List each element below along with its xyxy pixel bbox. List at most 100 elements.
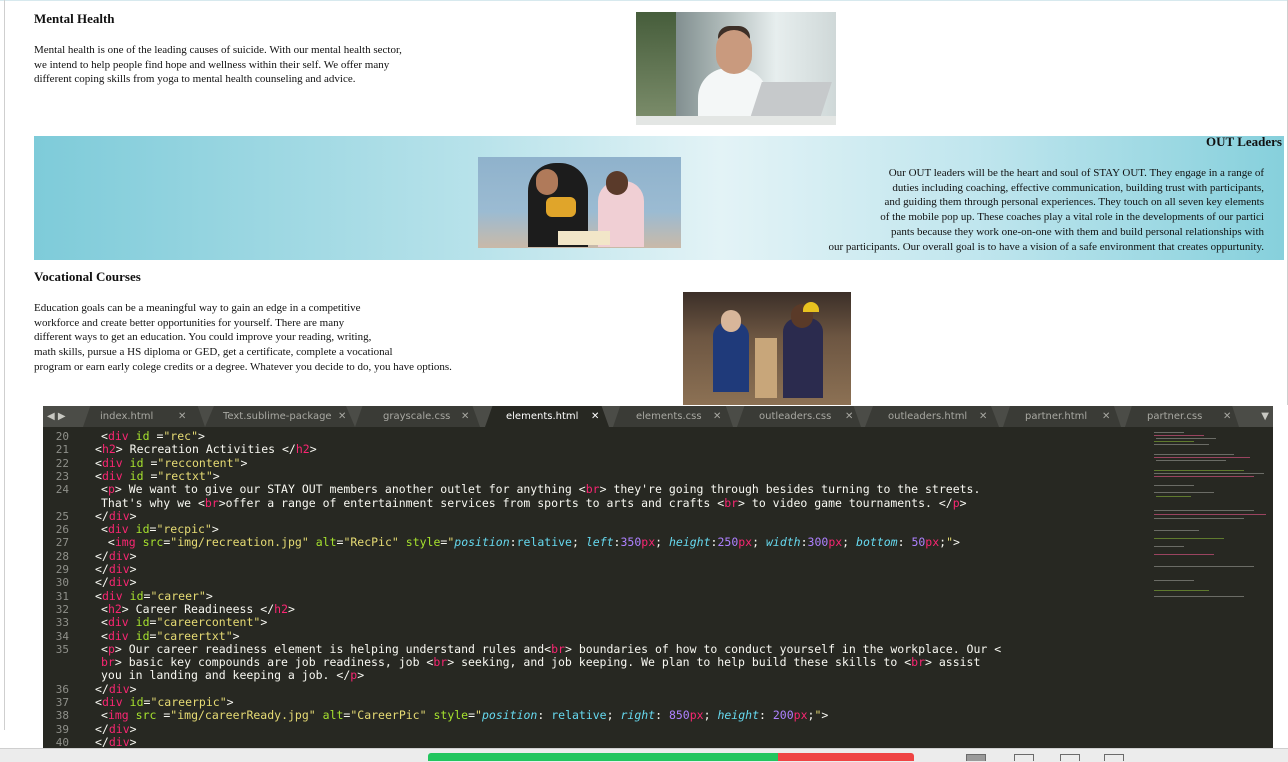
close-icon[interactable]: ✕	[591, 406, 599, 427]
line-number: 27	[55, 536, 69, 550]
vocational-text: Education goals can be a meaningful way …	[34, 301, 452, 375]
code-line: <h2> Career Readineess </h2>	[101, 601, 295, 616]
line-number: 33	[55, 616, 69, 630]
code-line: br> basic key compounds are job readines…	[101, 655, 981, 670]
close-icon[interactable]: ✕	[979, 406, 987, 427]
out-leaders-line: of the mobile pop up. These coaches play…	[880, 211, 1264, 224]
out-leaders-heading: OUT Leaders	[1206, 134, 1282, 149]
progress-bar-red	[778, 753, 914, 761]
mental-health-heading: Mental Health	[34, 11, 115, 26]
line-number: 40	[55, 735, 69, 748]
tab-label: outleaders.html	[888, 411, 968, 422]
line-number: 31	[55, 589, 69, 603]
line-number: 36	[55, 682, 69, 696]
mental-health-text: Mental health is one of the leading caus…	[34, 43, 402, 87]
mental-health-image	[636, 12, 836, 125]
close-icon[interactable]: ✕	[338, 406, 346, 427]
code-line: </div>	[95, 508, 137, 523]
close-icon[interactable]: ✕	[1223, 406, 1231, 427]
out-leaders-line: and guiding them through personal experi…	[884, 196, 1265, 209]
code-line: That's why we <br>offer a range of enter…	[101, 495, 967, 510]
layout-rows-icon[interactable]	[1104, 754, 1124, 761]
tab-label: partner.css	[1147, 411, 1203, 422]
out-leaders-line: our participants. Our overall goal is to…	[828, 240, 1265, 253]
code-line: <div id="careertxt">	[101, 628, 240, 643]
code-line: </div>	[95, 575, 137, 590]
code-area[interactable]: 20 21 22 23 24 25 26 27 28 29 30 31 32 3…	[43, 429, 1143, 748]
progress-bar-green	[428, 753, 778, 761]
code-line: <div id ="rectxt">	[95, 468, 220, 483]
line-number: 38	[55, 709, 69, 723]
line-number: 23	[55, 469, 69, 483]
tab-label: partner.html	[1025, 411, 1088, 422]
tab-text-sublime-package[interactable]: Text.sublime-package ✕	[223, 406, 353, 427]
editor-tab-bar: ◀ ▶ index.html ✕ Text.sublime-package ✕ …	[43, 406, 1273, 427]
line-number: 30	[55, 576, 69, 590]
tab-dropdown-icon[interactable]: ▼	[1261, 406, 1269, 427]
line-number: 24	[55, 483, 69, 497]
tab-outleaders-css[interactable]: outleaders.css ✕	[759, 406, 859, 427]
code-editor[interactable]: ◀ ▶ index.html ✕ Text.sublime-package ✕ …	[43, 406, 1273, 748]
tab-label: grayscale.css	[383, 411, 451, 422]
code-line: <img src="img/recreation.jpg" alt="RecPi…	[101, 535, 960, 550]
tab-elements-html[interactable]: elements.html ✕	[506, 406, 606, 427]
tab-nav-arrows-icon[interactable]: ◀ ▶	[47, 406, 66, 427]
tab-elements-css[interactable]: elements.css ✕	[636, 406, 736, 427]
code-line: </div>	[95, 562, 137, 576]
close-icon[interactable]: ✕	[461, 406, 469, 427]
tab-partner-css[interactable]: partner.css ✕	[1147, 406, 1247, 427]
tab-label: elements.css	[636, 411, 702, 422]
close-icon[interactable]: ✕	[713, 406, 721, 427]
tab-label: Text.sublime-package	[223, 411, 332, 422]
line-number: 26	[55, 523, 69, 537]
browser-page: Mental Health Mental health is one of th…	[0, 0, 1288, 762]
out-leaders-text: Our OUT leaders will be the heart and so…	[829, 166, 1265, 254]
code-line: you in landing and keeping a job. </p>	[101, 668, 365, 683]
out-leaders-line: pants because they work one-on-one with …	[891, 225, 1264, 238]
code-line: </div>	[95, 681, 137, 696]
layout-columns-icon[interactable]	[1014, 754, 1034, 761]
tab-label: elements.html	[506, 411, 579, 422]
code-line: <p> Our career readiness element is help…	[101, 641, 1002, 656]
vocational-line: program or earn early colege credits or …	[34, 360, 452, 373]
tab-index-html[interactable]: index.html ✕	[100, 406, 200, 427]
tab-label: outleaders.css	[759, 411, 832, 422]
code-line: </div>	[95, 734, 137, 748]
vocational-line: Education goals can be a meaningful way …	[34, 302, 361, 314]
line-number: 34	[55, 629, 69, 643]
vocational-line: math skills, pursue a HS diploma or GED,…	[34, 346, 393, 359]
code-line: <p> We want to give our STAY OUT members…	[101, 482, 981, 497]
code-line: <div id="career">	[95, 588, 213, 603]
code-minimap[interactable]	[1148, 430, 1268, 630]
line-number: 21	[55, 443, 69, 457]
tab-grayscale-css[interactable]: grayscale.css ✕	[383, 406, 483, 427]
tab-partner-html[interactable]: partner.html ✕	[1025, 406, 1125, 427]
close-icon[interactable]: ✕	[1102, 406, 1110, 427]
code-line: <div id ="reccontent">	[95, 455, 248, 470]
vocational-image	[683, 292, 851, 405]
out-leaders-line: Our OUT leaders will be the heart and so…	[888, 167, 1264, 179]
line-number: 28	[55, 549, 69, 563]
top-divider	[0, 0, 1288, 1]
mental-health-line: we intend to help people find hope and w…	[34, 58, 390, 71]
vocational-line: workforce and create better opportunitie…	[34, 316, 345, 329]
vocational-line: different ways to get an education. You …	[34, 331, 372, 344]
layout-grid-icon[interactable]	[1060, 754, 1080, 761]
code-line: <div id="careerpic">	[95, 695, 234, 709]
out-leaders-image	[478, 157, 681, 248]
line-number: 39	[55, 722, 69, 736]
left-border	[4, 0, 5, 730]
line-number: 29	[55, 563, 69, 576]
line-number: 20	[55, 430, 69, 443]
close-icon[interactable]: ✕	[178, 406, 186, 427]
code-line: <div id="recpic">	[101, 522, 219, 537]
mental-health-line: Mental health is one of the leading caus…	[34, 44, 402, 56]
line-number: 25	[55, 509, 69, 523]
close-icon[interactable]: ✕	[845, 406, 853, 427]
code-line: <div id ="rec">	[101, 429, 205, 443]
layout-icon[interactable]	[966, 754, 986, 761]
tab-outleaders-html[interactable]: outleaders.html ✕	[888, 406, 998, 427]
code-line: </div>	[95, 548, 137, 563]
line-number: 22	[55, 456, 69, 470]
code-line: <div id="careercontent">	[101, 615, 268, 630]
